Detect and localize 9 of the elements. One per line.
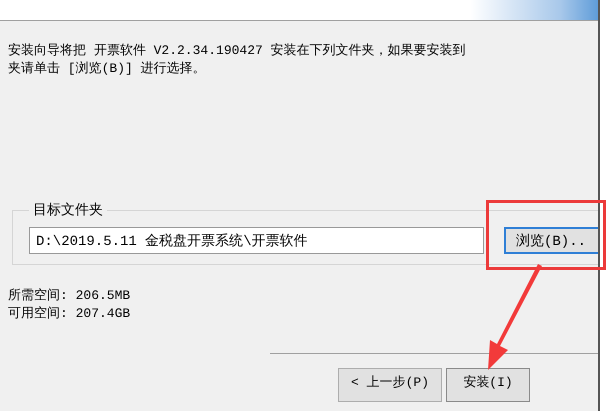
path-field[interactable]: D:\2019.5.11 金税盘开票系统\开票软件 (29, 227, 484, 254)
instruction-text: 安装向导将把 开票软件 V2.2.34.190427 安装在下列文件夹，如果要安装到 (8, 42, 467, 60)
back-button[interactable]: < 上一步(P) (338, 368, 442, 402)
space-info: 所需空间: 206.5MB (8, 287, 132, 305)
group-label: 目标文件夹 (32, 201, 104, 219)
install-button[interactable]: 安装(I) (446, 368, 530, 402)
space-info: 可用空间: 207.4GB (8, 305, 132, 323)
instruction-text: 夹请单击 [浏览(B)] 进行选择。 (8, 60, 207, 78)
browse-button[interactable]: 浏览(B).. (504, 227, 598, 254)
